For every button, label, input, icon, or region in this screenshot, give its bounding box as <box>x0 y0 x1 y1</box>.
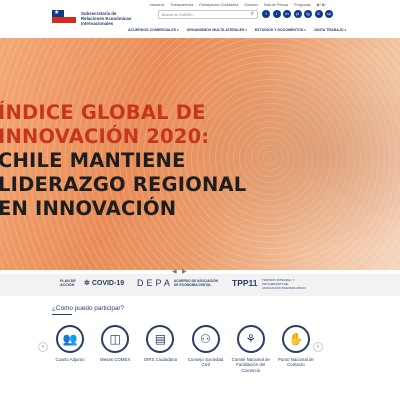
people-group-icon: 👥 <box>56 325 84 353</box>
card-oirs[interactable]: ▤ OIRS Ciudadana <box>138 325 182 373</box>
title-underline <box>52 314 72 315</box>
util-link-preguntas[interactable]: Preguntas <box>294 3 310 7</box>
meeting-table-icon: ◫ <box>101 325 130 353</box>
main-nav: ACUERDOS COMERCIALES ORGANISMOS MULTILAT… <box>128 28 346 32</box>
flickr-icon[interactable]: fl <box>314 10 323 18</box>
nav-estudios[interactable]: ESTUDIOS Y DOCUMENTOS <box>255 28 306 32</box>
depa-logo[interactable]: DEPA <box>137 278 173 288</box>
util-link-nosotros[interactable]: Nosotros <box>150 3 164 7</box>
card-mesas-comex[interactable]: ◫ Mesas COMEX <box>93 325 137 373</box>
participate-title: ¿Cómo puedo participar? <box>52 305 125 312</box>
covid-logo[interactable]: ✲ COVID-19 <box>84 279 124 287</box>
nav-acuerdos[interactable]: ACUERDOS COMERCIALES <box>128 28 178 32</box>
document-icon: ▤ <box>146 325 175 353</box>
card-consejo-sociedad-civil[interactable]: ⚇ Consejo Sociedad Civil <box>184 325 228 373</box>
committee-icon: ⚘ <box>236 325 265 353</box>
linkedin-icon[interactable]: in <box>283 10 291 18</box>
util-link-glosario[interactable]: Glosario <box>244 3 257 7</box>
spotify-icon[interactable]: sp <box>325 10 333 18</box>
depa-subtitle: ACUERDO DE ASOCIACIÓN DE ECONOMÍA DIGITA… <box>174 279 219 287</box>
facebook-icon[interactable]: f <box>262 10 270 18</box>
search-icon[interactable]: ⌕ <box>251 11 254 18</box>
council-icon: ⚇ <box>191 325 220 353</box>
util-link-transparencia[interactable]: Transparencia <box>170 3 193 7</box>
social-links: f t in yt ig fl sp <box>262 10 333 18</box>
tpp11-logo[interactable]: TPP11 <box>232 278 258 288</box>
hero-title: ÍNDICE GLOBAL DE INNOVACIÓN 2020: CHILE … <box>0 101 247 220</box>
utility-links: Nosotros Transparencia Participación Ciu… <box>150 0 400 9</box>
twitter-icon[interactable]: t <box>272 10 281 18</box>
util-link-participacion[interactable]: Participación Ciudadana <box>199 3 238 7</box>
handshake-icon: ✋ <box>281 325 310 353</box>
nav-organismos[interactable]: ORGANISMOS MULTILATERALES <box>186 28 246 32</box>
partner-logos-strip: PLAN DE ACCIÓN ✲ COVID-19 DEPA ACUERDO D… <box>0 274 400 296</box>
card-comite-facilitacion[interactable]: ⚘ Comité Nacional de Facilitación del Co… <box>229 325 273 373</box>
card-punto-nacional[interactable]: ✋ Punto Nacional de Contacto <box>274 325 318 373</box>
hero-banner[interactable]: ÍNDICE GLOBAL DE INNOVACIÓN 2020: CHILE … <box>0 38 400 270</box>
font-size-controls[interactable]: A⁺ A⁻ <box>317 3 327 7</box>
search-input[interactable]: Buscar en SUBREI... ⌕ <box>158 10 258 19</box>
youtube-icon[interactable]: yt <box>293 10 302 18</box>
plan-accion-label[interactable]: PLAN DE ACCIÓN <box>60 279 76 287</box>
card-cuarto-adjunto[interactable]: 👥 Cuarto Adjunto <box>48 325 92 373</box>
government-logo[interactable]: ★ <box>52 10 76 30</box>
nav-junta[interactable]: JUNTA TRABAJO <box>314 28 346 32</box>
org-name[interactable]: Subsecretaría de Relaciones Económicas I… <box>81 11 151 26</box>
carousel-prev-button[interactable]: ‹ <box>38 342 48 352</box>
instagram-icon[interactable]: ig <box>304 10 312 18</box>
util-link-prensa[interactable]: Sala de Prensa <box>264 3 289 7</box>
participation-cards: 👥 Cuarto Adjunto ◫ Mesas COMEX ▤ OIRS Ci… <box>48 325 318 373</box>
tpp11-subtitle: TRATADO INTEGRAL Y PROGRESISTA DE ASOCIA… <box>262 278 306 290</box>
